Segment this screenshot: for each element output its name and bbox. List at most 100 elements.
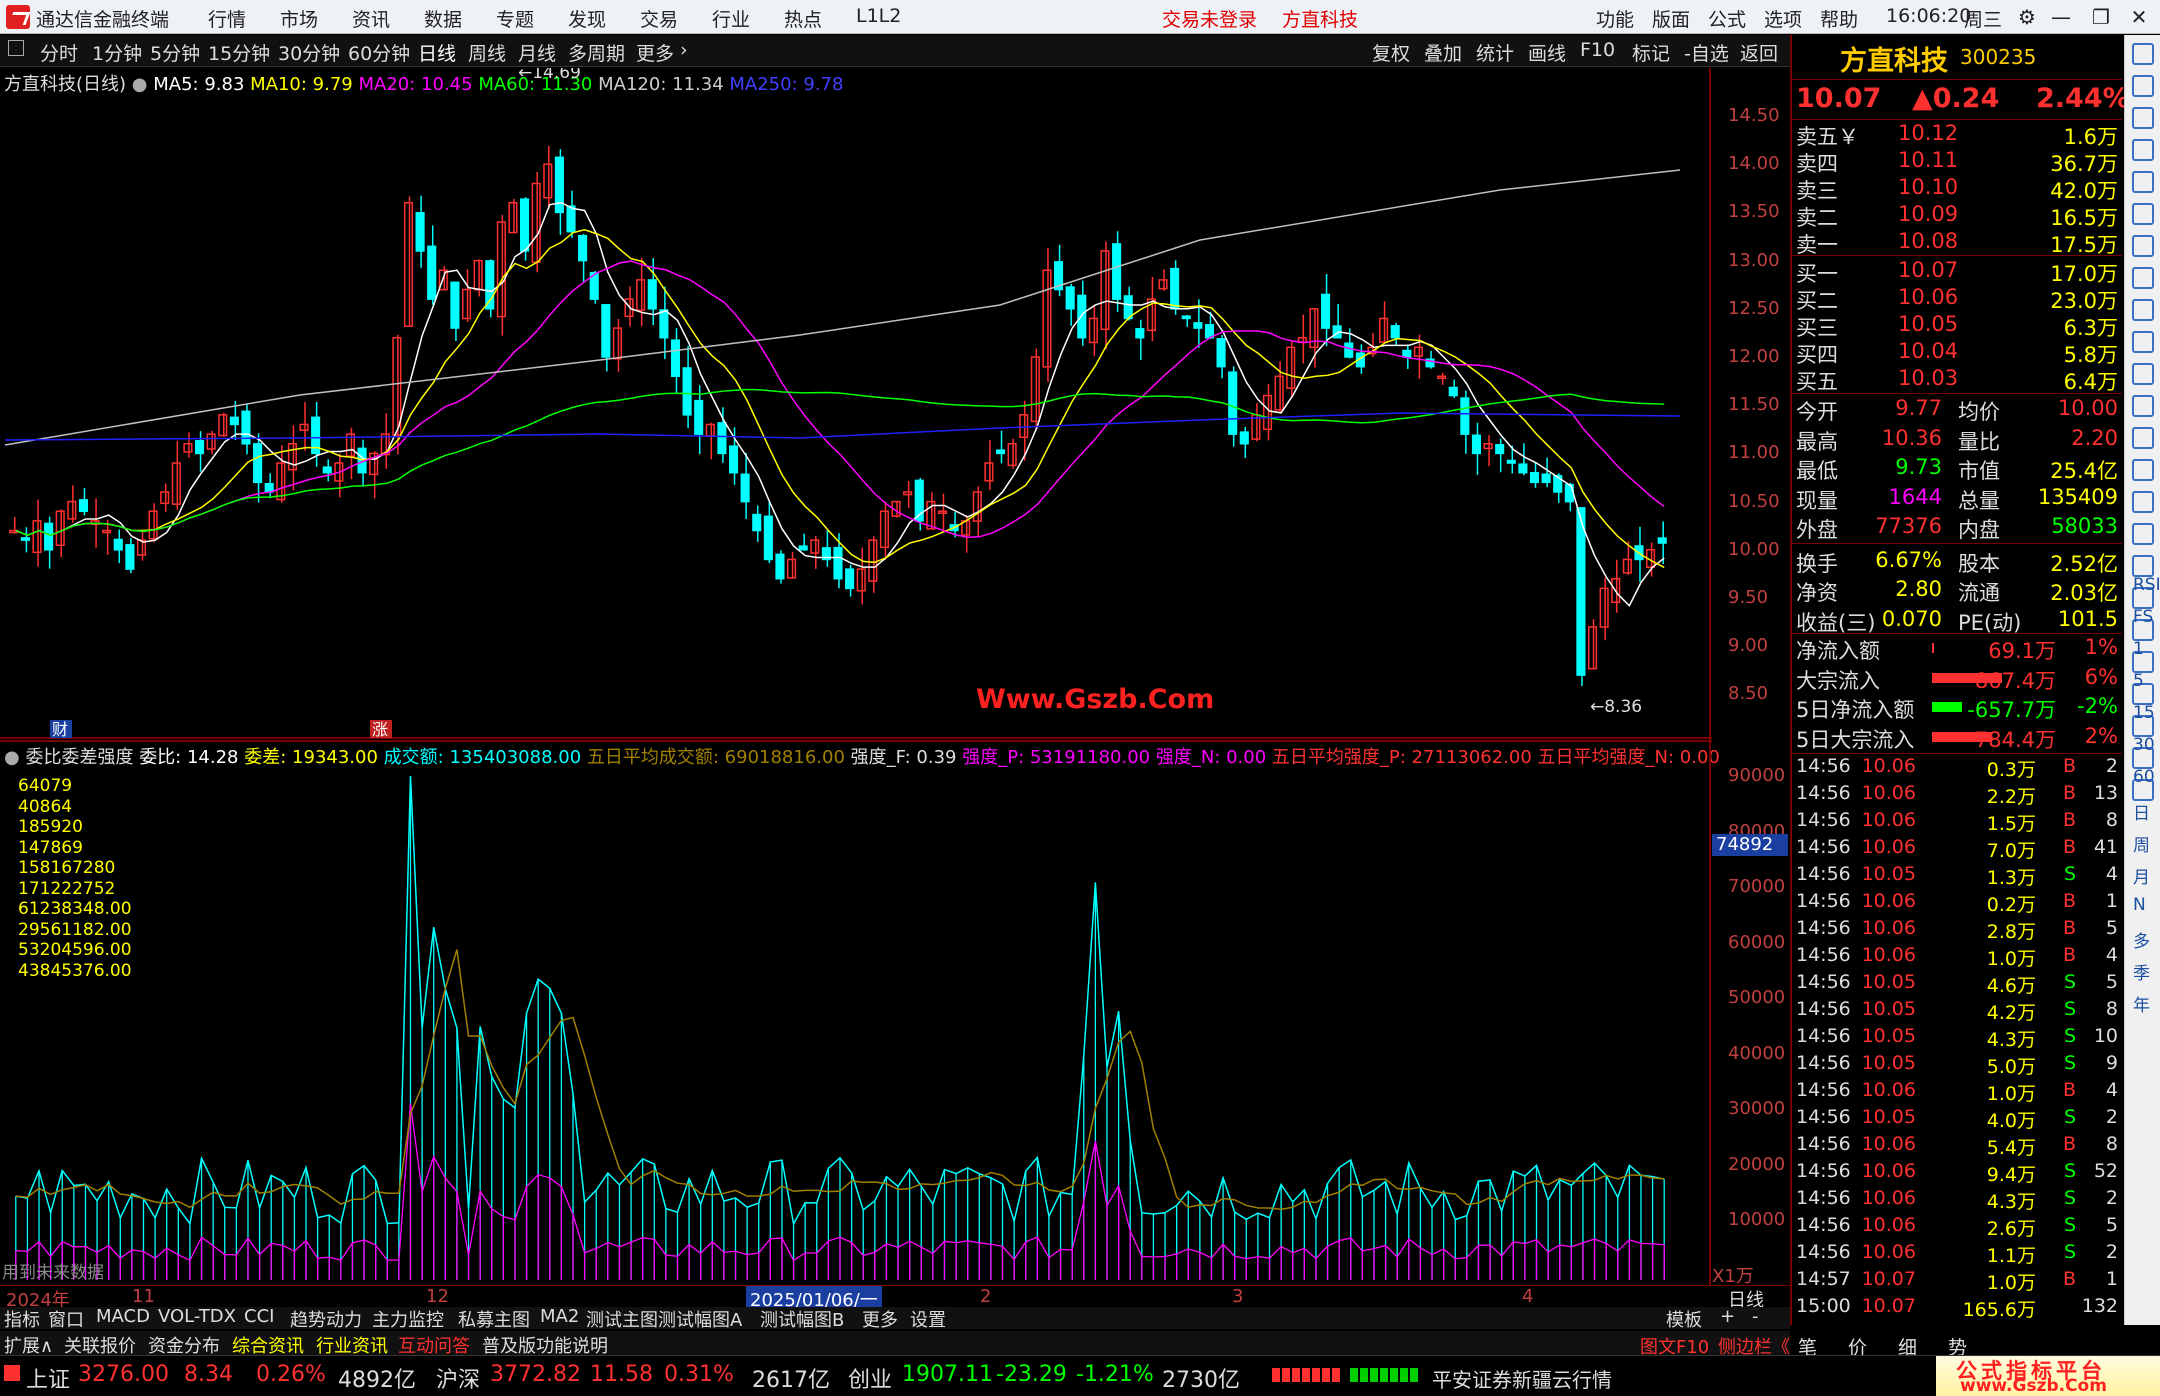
- sidebar-tool-icon[interactable]: [2132, 299, 2154, 321]
- period-daily[interactable]: 日线: [418, 39, 456, 66]
- indicator-tab[interactable]: CCI: [244, 1306, 274, 1327]
- indicator-chart[interactable]: [0, 740, 1712, 1287]
- sidebar-shortcut[interactable]: 多: [2133, 927, 2150, 952]
- period-15min[interactable]: 15分钟: [208, 39, 270, 66]
- indicator-tab[interactable]: 更多: [862, 1306, 898, 1332]
- tool-watchlist[interactable]: -自选: [1684, 39, 1729, 66]
- sidebar-shortcut[interactable]: 季: [2133, 959, 2150, 984]
- sidebar-tool-icon[interactable]: [2132, 267, 2154, 289]
- restore-icon[interactable]: ❐: [2084, 3, 2118, 31]
- sidebar-tool-icon[interactable]: [2132, 235, 2154, 257]
- sidebar-tool-icon[interactable]: [2132, 107, 2154, 129]
- sidebar-shortcut[interactable]: 1: [2133, 639, 2144, 659]
- sidebar-tool-icon[interactable]: [2132, 331, 2154, 353]
- bid-row[interactable]: 买五 10.03 6.4万: [1792, 366, 2122, 394]
- indicator-tab[interactable]: 窗口: [48, 1306, 84, 1332]
- period-1min[interactable]: 1分钟: [92, 39, 142, 66]
- ask-row[interactable]: 卖二 10.09 16.5万: [1792, 202, 2122, 230]
- period-more[interactable]: 更多: [636, 39, 674, 66]
- sidebar-tool-icon[interactable]: [2132, 43, 2154, 65]
- sidebar-tool-icon[interactable]: [2132, 139, 2154, 161]
- panel-toggle-icon[interactable]: [8, 40, 24, 56]
- menu-hot[interactable]: 热点: [784, 5, 822, 32]
- period-60min[interactable]: 60分钟: [348, 39, 410, 66]
- period-fenshi[interactable]: 分时: [40, 39, 78, 66]
- sidebar-shortcut[interactable]: 周: [2133, 831, 2150, 856]
- tool-fuquan[interactable]: 复权: [1372, 39, 1410, 66]
- menu-industry[interactable]: 行业: [712, 5, 750, 32]
- bid-row[interactable]: 买二 10.06 23.0万: [1792, 285, 2122, 313]
- indicator-tab[interactable]: 设置: [910, 1306, 946, 1332]
- sidebar-tool-icon[interactable]: [2132, 427, 2154, 449]
- period-weekly[interactable]: 周线: [468, 39, 506, 66]
- menu-l1l2[interactable]: L1L2: [856, 5, 901, 27]
- tool-mark[interactable]: 标记: [1632, 39, 1670, 66]
- settings-icon[interactable]: ⚙: [2010, 3, 2044, 31]
- period-multi[interactable]: 多周期: [568, 39, 625, 66]
- indicator-tab[interactable]: 趋势动力: [290, 1306, 362, 1332]
- sidebar-tool-icon[interactable]: [2132, 171, 2154, 193]
- period-30min[interactable]: 30分钟: [278, 39, 340, 66]
- index-sh-name[interactable]: 上证: [26, 1362, 70, 1394]
- sidebar-shortcut[interactable]: N: [2133, 895, 2146, 915]
- menu-topic[interactable]: 专题: [496, 5, 534, 32]
- indicator-tab[interactable]: VOL-TDX: [158, 1306, 236, 1327]
- sidebar-shortcut[interactable]: 月: [2133, 863, 2150, 888]
- period-monthly[interactable]: 月线: [518, 39, 556, 66]
- ask-row[interactable]: 卖五￥ 10.12 1.6万: [1792, 121, 2122, 149]
- sidebar-shortcut[interactable]: 年: [2133, 991, 2150, 1016]
- minimize-icon[interactable]: —: [2044, 3, 2078, 31]
- sidebar-shortcut[interactable]: 5: [2133, 671, 2144, 691]
- menu-news[interactable]: 资讯: [352, 5, 390, 32]
- bid-row[interactable]: 买四 10.04 5.8万: [1792, 339, 2122, 367]
- indicator-tab[interactable]: MA2: [540, 1306, 579, 1327]
- template-control[interactable]: +: [1720, 1306, 1735, 1327]
- ask-row[interactable]: 卖四 10.11 36.7万: [1792, 148, 2122, 176]
- sidebar-shortcut[interactable]: 60: [2133, 767, 2155, 787]
- menu-discover[interactable]: 发现: [568, 5, 606, 32]
- chevron-right-icon[interactable]: ›: [680, 39, 688, 61]
- sidebar-tool-icon[interactable]: [2132, 75, 2154, 97]
- ask-row[interactable]: 卖三 10.10 42.0万: [1792, 175, 2122, 203]
- menu-layout[interactable]: 版面: [1652, 5, 1690, 32]
- menu-help[interactable]: 帮助: [1820, 5, 1858, 32]
- indicator-tab[interactable]: 指标: [4, 1306, 40, 1332]
- sidebar-tool-icon[interactable]: [2132, 555, 2154, 577]
- menu-trade[interactable]: 交易: [640, 5, 678, 32]
- menu-market[interactable]: 市场: [280, 5, 318, 32]
- period-5min[interactable]: 5分钟: [150, 39, 200, 66]
- sidebar-shortcut[interactable]: 日: [2133, 799, 2150, 824]
- bid-row[interactable]: 买一 10.07 17.0万: [1792, 258, 2122, 286]
- indicator-tab[interactable]: MACD: [96, 1306, 150, 1327]
- index-sz-name[interactable]: 沪深: [436, 1362, 480, 1394]
- menu-hq[interactable]: 行情: [208, 5, 246, 32]
- sidebar-shortcut[interactable]: 15: [2133, 703, 2155, 723]
- template-control[interactable]: -: [1752, 1306, 1759, 1327]
- menu-data[interactable]: 数据: [424, 5, 462, 32]
- menu-function[interactable]: 功能: [1596, 5, 1634, 32]
- tool-f10[interactable]: F10: [1580, 39, 1615, 61]
- sidebar-tool-icon[interactable]: [2132, 523, 2154, 545]
- sidebar-tool-icon[interactable]: [2132, 395, 2154, 417]
- tool-overlay[interactable]: 叠加: [1424, 39, 1462, 66]
- indicator-tab[interactable]: 主力监控: [372, 1306, 444, 1332]
- sidebar-tool-icon[interactable]: [2132, 363, 2154, 385]
- indicator-tab[interactable]: 测试幅图B: [760, 1306, 844, 1332]
- candlestick-chart[interactable]: ←14.69 ←8.36 财 涨: [0, 68, 1712, 740]
- indicator-tab[interactable]: 私募主图: [458, 1306, 530, 1332]
- sidebar-tool-icon[interactable]: [2132, 491, 2154, 513]
- sidebar-shortcut[interactable]: RSI: [2133, 575, 2160, 595]
- sidebar-tool-icon[interactable]: [2132, 203, 2154, 225]
- tool-back[interactable]: 返回: [1740, 39, 1778, 66]
- sidebar-tool-icon[interactable]: [2132, 459, 2154, 481]
- indicator-tab[interactable]: 测试主图: [586, 1306, 658, 1332]
- tool-stats[interactable]: 统计: [1476, 39, 1514, 66]
- menu-options[interactable]: 选项: [1764, 5, 1802, 32]
- index-cy-name[interactable]: 创业: [848, 1362, 892, 1394]
- ask-row[interactable]: 卖一 10.08 17.5万: [1792, 229, 2122, 257]
- bid-row[interactable]: 买三 10.05 6.3万: [1792, 312, 2122, 340]
- indicator-tab[interactable]: 测试幅图A: [658, 1306, 742, 1332]
- menu-formula[interactable]: 公式: [1708, 5, 1746, 32]
- sidebar-shortcut[interactable]: 30: [2133, 735, 2155, 755]
- sidebar-shortcut[interactable]: FS: [2133, 607, 2153, 627]
